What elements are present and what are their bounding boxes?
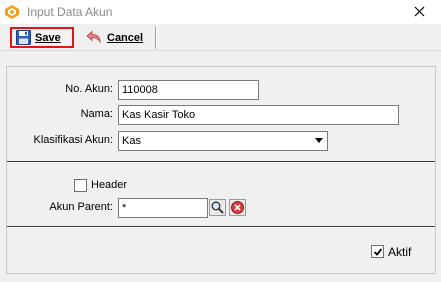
magnifier-icon bbox=[209, 199, 226, 216]
divider-top bbox=[7, 161, 435, 163]
window-title: Input Data Akun bbox=[27, 5, 113, 19]
title-bar: Input Data Akun bbox=[0, 0, 441, 24]
divider-bottom bbox=[7, 226, 435, 228]
aktif-checkbox[interactable] bbox=[371, 245, 384, 258]
klasifikasi-akun-value: Kas bbox=[122, 135, 141, 147]
klasifikasi-akun-label: Klasifikasi Akun: bbox=[33, 134, 113, 146]
form-panel: No. Akun: Nama: Klasifikasi Akun: Kas He… bbox=[6, 66, 436, 274]
cancel-button[interactable]: Cancel bbox=[84, 27, 152, 48]
close-icon bbox=[414, 6, 425, 17]
akun-parent-clear-button[interactable] bbox=[229, 199, 246, 216]
save-label: Save bbox=[35, 31, 61, 44]
nama-field[interactable] bbox=[118, 105, 399, 125]
cancel-label: Cancel bbox=[107, 31, 144, 44]
header-checkbox[interactable] bbox=[74, 179, 87, 192]
no-akun-label: No. Akun: bbox=[65, 83, 113, 95]
toolbar: Save Cancel bbox=[0, 24, 441, 51]
no-akun-field[interactable] bbox=[118, 80, 259, 100]
akun-parent-label: Akun Parent: bbox=[49, 201, 113, 213]
app-logo-icon bbox=[4, 4, 20, 20]
checkmark-icon bbox=[373, 248, 383, 256]
floppy-disk-icon bbox=[16, 30, 31, 45]
toolbar-separator bbox=[155, 26, 157, 49]
nama-label: Nama: bbox=[80, 108, 113, 120]
save-button[interactable]: Save bbox=[10, 27, 74, 48]
aktif-checkbox-label: Aktif bbox=[388, 245, 412, 259]
undo-arrow-icon bbox=[86, 30, 103, 45]
input-data-akun-window: Input Data Akun Save Cancel No. Akun: 11… bbox=[0, 0, 441, 282]
akun-parent-field[interactable] bbox=[118, 198, 208, 218]
header-checkbox-label: Header bbox=[91, 179, 128, 191]
akun-parent-search-button[interactable] bbox=[209, 199, 226, 216]
close-button[interactable] bbox=[405, 2, 435, 22]
clear-icon bbox=[229, 199, 246, 216]
chevron-down-icon bbox=[315, 138, 323, 143]
klasifikasi-akun-select[interactable]: Kas bbox=[118, 131, 328, 151]
